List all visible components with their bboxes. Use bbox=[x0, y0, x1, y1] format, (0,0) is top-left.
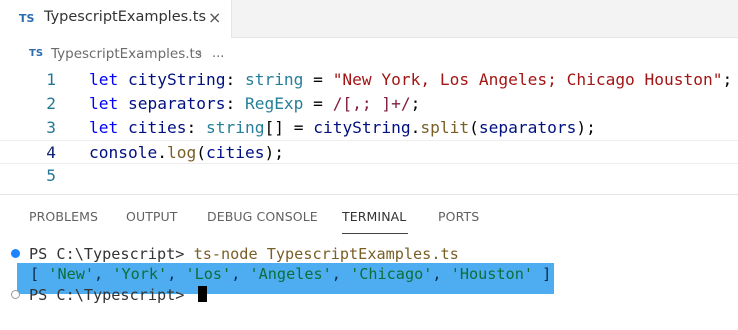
code-line[interactable]: 1 let cityString: string = "New York, Lo… bbox=[0, 68, 738, 92]
code-text[interactable]: let cityString: string = "New York, Los … bbox=[89, 68, 732, 92]
tab-terminal[interactable]: TERMINAL bbox=[342, 209, 406, 224]
tab-output[interactable]: OUTPUT bbox=[126, 209, 178, 224]
tab-ports[interactable]: PORTS bbox=[438, 209, 479, 224]
active-tab-indicator bbox=[342, 233, 408, 234]
typescript-file-icon: TS bbox=[29, 48, 44, 59]
code-editor[interactable]: 1 let cityString: string = "New York, Lo… bbox=[0, 68, 738, 194]
terminal-line-prompt[interactable]: PS C:\Typescript> bbox=[29, 285, 207, 305]
command-pending-icon[interactable] bbox=[11, 290, 20, 299]
close-icon[interactable]: × bbox=[208, 8, 221, 27]
typescript-file-icon: TS bbox=[19, 12, 35, 25]
line-number: 2 bbox=[46, 94, 56, 113]
panel-divider bbox=[0, 194, 738, 195]
breadcrumb-separator-icon: › bbox=[197, 46, 203, 61]
line-number: 5 bbox=[46, 166, 56, 185]
code-text[interactable]: console.log(cities); bbox=[89, 141, 284, 165]
terminal-cursor bbox=[197, 286, 207, 302]
editor-tab-bar: TS TypescriptExamples.ts × bbox=[0, 0, 738, 38]
breadcrumb-file[interactable]: TypescriptExamples.ts bbox=[51, 46, 202, 62]
editor-tab[interactable]: TS TypescriptExamples.ts × bbox=[0, 0, 232, 38]
tab-problems[interactable]: PROBLEMS bbox=[29, 209, 98, 224]
breadcrumb: TS TypescriptExamples.ts › ... bbox=[0, 44, 738, 66]
tab-debug-console[interactable]: DEBUG CONSOLE bbox=[207, 209, 318, 224]
command-success-icon[interactable] bbox=[11, 249, 20, 258]
code-line[interactable]: 3 let cities: string[] = cityString.spli… bbox=[0, 116, 738, 140]
code-line[interactable]: 2 let separators: RegExp = /[,; ]+/; bbox=[0, 92, 738, 116]
line-number: 4 bbox=[46, 143, 56, 162]
code-text[interactable]: let cities: string[] = cityString.split(… bbox=[89, 116, 596, 140]
terminal-line-command: PS C:\Typescript> ts-node TypescriptExam… bbox=[29, 245, 459, 263]
panel-tab-bar: PROBLEMS OUTPUT DEBUG CONSOLE TERMINAL P… bbox=[0, 196, 738, 234]
line-number: 1 bbox=[46, 70, 56, 89]
line-number: 3 bbox=[46, 118, 56, 137]
terminal-output-line: [ 'New', 'York', 'Los', 'Angeles', 'Chic… bbox=[30, 265, 552, 283]
code-text[interactable]: let separators: RegExp = /[,; ]+/; bbox=[89, 92, 420, 116]
code-line[interactable]: 5 bbox=[0, 164, 738, 188]
editor-tab-title[interactable]: TypescriptExamples.ts bbox=[44, 9, 206, 25]
code-line-current[interactable]: 4 console.log(cities); bbox=[0, 140, 738, 164]
breadcrumb-symbols[interactable]: ... bbox=[212, 46, 224, 61]
